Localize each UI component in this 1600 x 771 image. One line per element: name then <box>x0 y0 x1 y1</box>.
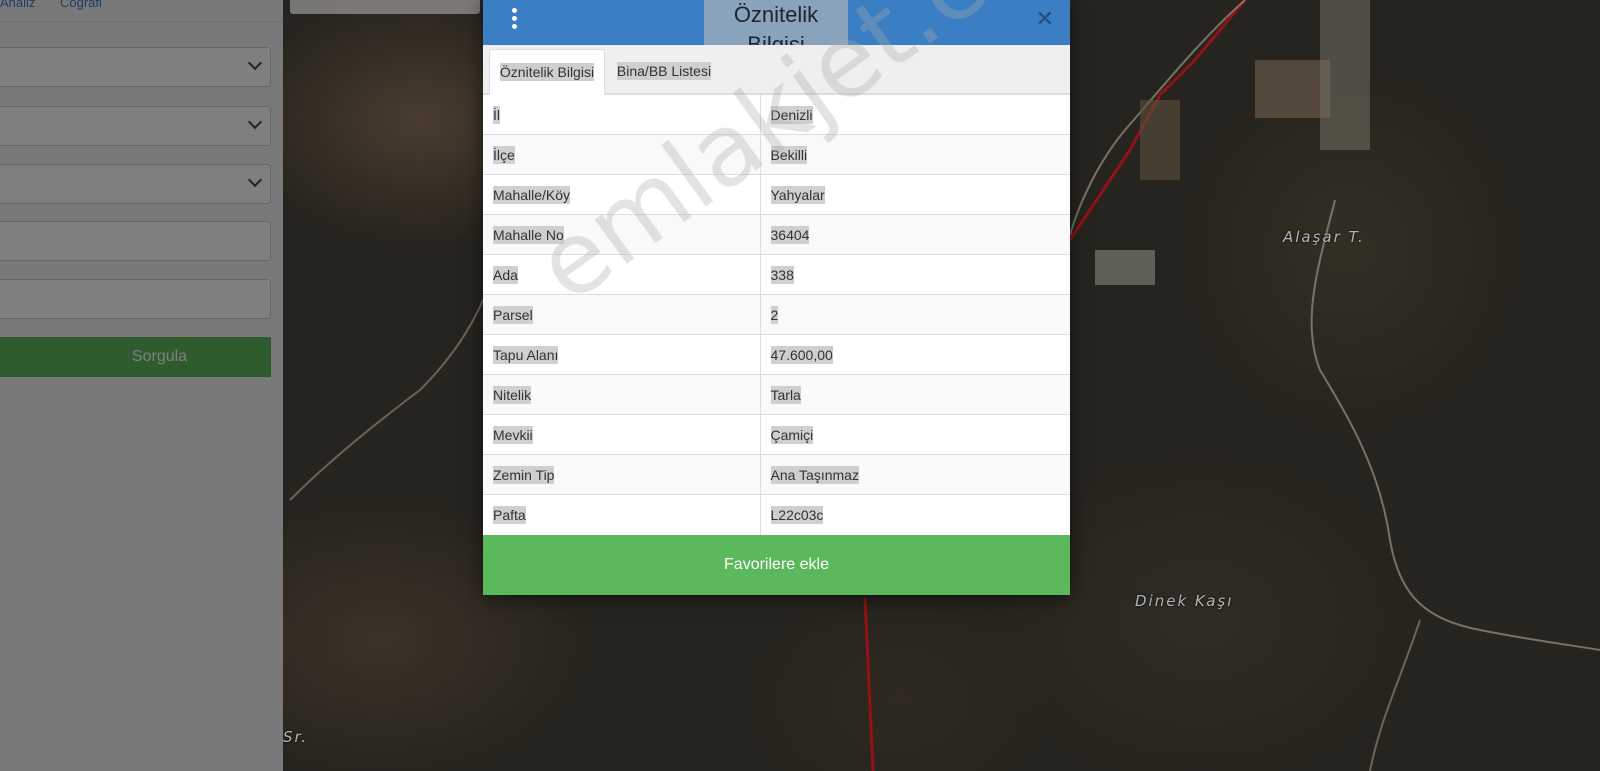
add-to-favorites-button[interactable]: Favorilere ekle <box>483 534 1070 595</box>
attribute-key: İl <box>483 94 761 135</box>
attribute-value: 338 <box>760 254 1070 295</box>
attribute-value: 36404 <box>760 214 1070 255</box>
table-row: Mahalle No 36404 <box>483 214 1070 255</box>
attribute-value: 2 <box>760 294 1070 335</box>
table-row: Zemin Tip Ana Taşınmaz <box>483 454 1070 495</box>
attribute-value: Denizli <box>760 94 1070 135</box>
table-row: Ada 338 <box>483 254 1070 295</box>
close-icon[interactable]: ✕ <box>1036 7 1054 32</box>
attribute-value: Ana Taşınmaz <box>760 454 1070 495</box>
attribute-modal: Öznitelik Bilgisi ✕ Öznitelik Bilgisi Bi… <box>483 0 1070 595</box>
table-row: Nitelik Tarla <box>483 374 1070 415</box>
table-row: Pafta L22c03c <box>483 494 1070 535</box>
attribute-value: 47.600,00 <box>760 334 1070 375</box>
table-row: Tapu Alanı 47.600,00 <box>483 334 1070 375</box>
attribute-value: Çamiçi <box>760 414 1070 455</box>
attribute-key: İlçe <box>483 134 761 175</box>
attribute-value: Yahyalar <box>760 174 1070 215</box>
modal-tabs: Öznitelik Bilgisi Bina/BB Listesi <box>483 45 1070 95</box>
tab-label: Bina/BB Listesi <box>616 62 712 80</box>
table-row: İlçe Bekilli <box>483 134 1070 175</box>
modal-title: Öznitelik Bilgisi <box>704 0 848 57</box>
panel-backdrop[interactable] <box>0 0 283 771</box>
attribute-key: Parsel <box>483 294 761 335</box>
table-row: Mahalle/Köy Yahyalar <box>483 174 1070 215</box>
attribute-key: Tapu Alanı <box>483 334 761 375</box>
attribute-value: Bekilli <box>760 134 1070 175</box>
attribute-key: Mahalle/Köy <box>483 174 761 215</box>
table-row: Parsel 2 <box>483 294 1070 335</box>
attribute-value: L22c03c <box>760 494 1070 535</box>
attribute-key: Pafta <box>483 494 761 535</box>
modal-header: Öznitelik Bilgisi ✕ <box>483 0 1070 57</box>
attribute-value: Tarla <box>760 374 1070 415</box>
attribute-table: İl Denizli İlçe Bekilli Mahalle/Köy Yahyala… <box>483 94 1070 535</box>
attribute-key: Mevkii <box>483 414 761 455</box>
table-row: İl Denizli <box>483 94 1070 135</box>
attribute-key: Zemin Tip <box>483 454 761 495</box>
table-row: Mevkii Çamiçi <box>483 414 1070 455</box>
tab-bina-bb-listesi[interactable]: Bina/BB Listesi <box>614 49 714 95</box>
more-options-icon[interactable] <box>507 6 521 30</box>
tab-label: Öznitelik Bilgisi <box>499 63 595 81</box>
tab-oznitelik-bilgisi[interactable]: Öznitelik Bilgisi <box>489 49 605 95</box>
attribute-key: Mahalle No <box>483 214 761 255</box>
attribute-key: Ada <box>483 254 761 295</box>
attribute-key: Nitelik <box>483 374 761 415</box>
